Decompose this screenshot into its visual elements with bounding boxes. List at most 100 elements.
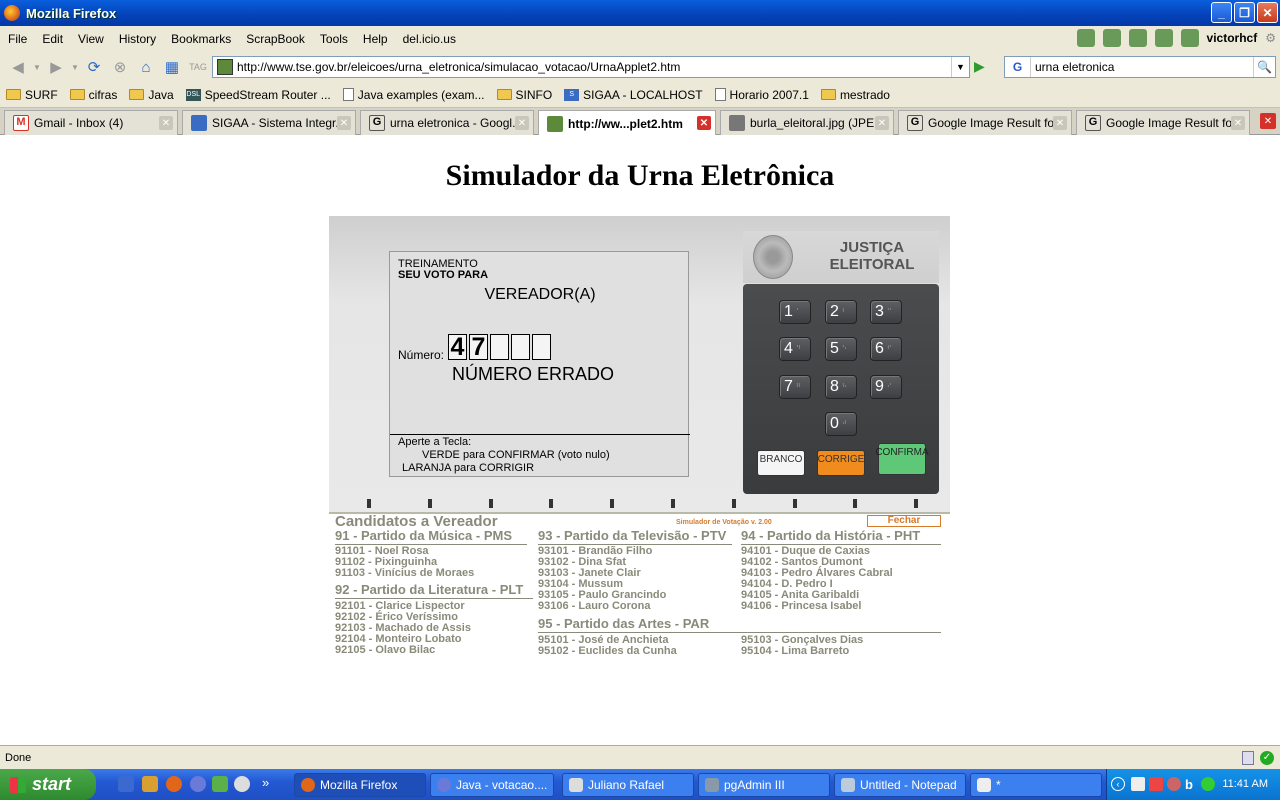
quicklaunch-folder-icon[interactable] (142, 776, 158, 792)
task-java[interactable]: Java - votacao.... (430, 773, 554, 797)
key-0[interactable]: 0 ⠚ (825, 412, 857, 436)
tab-close-icon[interactable]: ✕ (1231, 116, 1245, 130)
tab-close-icon[interactable]: ✕ (337, 116, 351, 130)
start-button[interactable]: start (0, 769, 96, 800)
fechar-button[interactable]: Fechar (867, 515, 941, 527)
corrige-button[interactable]: CORRIGE (817, 450, 865, 476)
tray-wifi-icon[interactable] (1201, 777, 1215, 791)
back-dropdown-icon[interactable]: ▼ (32, 56, 42, 78)
screen-vote-for-label: SEU VOTO PARA (398, 269, 489, 281)
maximize-button[interactable]: ❐ (1234, 2, 1255, 23)
toolbar-addon-icon[interactable] (1076, 29, 1095, 47)
close-tab-button[interactable]: ✕ (1260, 113, 1276, 129)
bookmark-item[interactable]: DSL SpeedStream Router ... (185, 88, 331, 102)
url-dropdown-icon[interactable]: ▼ (951, 57, 969, 77)
quicklaunch-ie-icon[interactable] (118, 776, 134, 792)
task-editor[interactable]: * (970, 773, 1102, 797)
tab-google-search[interactable]: G urna eletronica - Googl... ✕ (360, 110, 534, 135)
tab-close-icon[interactable]: ✕ (697, 116, 711, 130)
key-2[interactable]: 2 ⠃ (825, 300, 857, 324)
tray-b-icon[interactable]: b (1185, 777, 1199, 792)
bookmark-item[interactable]: SURF (6, 88, 58, 102)
menu-edit[interactable]: Edit (42, 32, 63, 46)
key-8[interactable]: 8 ⠓ (825, 375, 857, 399)
key-7[interactable]: 7 ⠛ (779, 375, 811, 399)
bookmark-item[interactable]: mestrado (820, 88, 890, 102)
menu-file[interactable]: File (8, 32, 27, 46)
gear-icon[interactable]: ⚙ (1265, 31, 1276, 45)
confirma-button[interactable]: CONFIRMA (875, 443, 929, 475)
tab-sigaa[interactable]: SIGAA - Sistema Integr... ✕ (182, 110, 356, 135)
page-info-icon[interactable] (1242, 751, 1254, 765)
tab-close-icon[interactable]: ✕ (515, 116, 529, 130)
reload-button[interactable]: ⟳ (82, 56, 106, 78)
check-icon[interactable]: ✓ (1260, 751, 1274, 765)
tab-google-image-1[interactable]: G Google Image Result fo... ✕ (898, 110, 1072, 135)
menu-scrapbook[interactable]: ScrapBook (246, 32, 305, 46)
justica-eleitoral-label: JUSTIÇA ELEITORAL (829, 239, 915, 273)
tab-close-icon[interactable]: ✕ (159, 116, 173, 130)
url-bar[interactable]: ▼ (212, 56, 970, 78)
google-engine-icon[interactable]: G (1005, 57, 1031, 77)
user-name[interactable]: victorhcf (1207, 31, 1258, 45)
key-1[interactable]: 1 ⠁ (779, 300, 811, 324)
menu-help[interactable]: Help (363, 32, 388, 46)
tab-close-icon[interactable]: ✕ (1053, 116, 1067, 130)
tray-network-icon[interactable] (1131, 777, 1145, 791)
bookmark-item[interactable]: Horario 2007.1 (714, 88, 809, 102)
quicklaunch-eclipse-icon[interactable] (190, 776, 206, 792)
task-firefox[interactable]: Mozilla Firefox (294, 773, 426, 797)
tab-close-icon[interactable]: ✕ (875, 116, 889, 130)
bookmark-item[interactable]: cifras (69, 88, 117, 102)
toolbar-tools-icon[interactable] (1154, 29, 1173, 47)
task-chat[interactable]: Juliano Rafael (562, 773, 694, 797)
menu-delicious[interactable]: del.icio.us (403, 32, 456, 46)
tray-expand-icon[interactable]: ‹ (1111, 777, 1125, 791)
toolbar-download-icon[interactable] (1102, 29, 1121, 47)
quicklaunch-more-icon[interactable]: » (262, 775, 269, 790)
search-bar[interactable]: G 🔍 (1004, 56, 1276, 78)
tab-gmail[interactable]: M Gmail - Inbox (4) ✕ (4, 110, 178, 135)
tab-urna-applet[interactable]: http://ww...plet2.htm ✕ (538, 110, 716, 136)
bookmark-page-icon[interactable]: ▦ (160, 56, 184, 78)
task-pgadmin[interactable]: pgAdmin III (698, 773, 830, 797)
menu-history[interactable]: History (119, 32, 156, 46)
home-button[interactable]: ⌂ (134, 56, 158, 78)
stop-button[interactable]: ⊗ (108, 56, 132, 78)
key-4[interactable]: 4 ⠙ (779, 337, 811, 361)
branco-button[interactable]: BRANCO (757, 450, 805, 476)
tab-burla-image[interactable]: burla_eleitoral.jpg (JPE... ✕ (720, 110, 894, 135)
search-icon[interactable]: 🔍 (1253, 57, 1275, 77)
search-input[interactable] (1031, 60, 1253, 74)
tray-mail-icon[interactable] (1149, 777, 1163, 791)
menu-tools[interactable]: Tools (320, 32, 348, 46)
url-input[interactable] (237, 58, 951, 76)
minimize-button[interactable]: _ (1211, 2, 1232, 23)
key-5[interactable]: 5 ⠑ (825, 337, 857, 361)
forward-dropdown-icon[interactable]: ▼ (70, 56, 80, 78)
bookmark-item[interactable]: Java (129, 88, 174, 102)
close-window-button[interactable]: ✕ (1257, 2, 1278, 23)
window-title-bar[interactable]: Mozilla Firefox _ ❐ ✕ (0, 0, 1280, 26)
toolbar-camera-icon[interactable] (1180, 29, 1199, 47)
bookmark-item[interactable]: Java examples (exam... (342, 88, 485, 102)
forward-button[interactable]: ▶ (44, 56, 68, 78)
key-6[interactable]: 6 ⠋ (870, 337, 902, 361)
tab-google-image-2[interactable]: G Google Image Result fo... ✕ (1076, 110, 1250, 135)
back-button[interactable]: ◀ (6, 56, 30, 78)
menu-bookmarks[interactable]: Bookmarks (171, 32, 231, 46)
go-button[interactable]: ▶ (974, 58, 994, 78)
quicklaunch-firefox-icon[interactable] (166, 776, 182, 792)
quicklaunch-chat-icon[interactable] (234, 776, 250, 792)
menu-view[interactable]: View (78, 32, 104, 46)
tray-security-icon[interactable] (1167, 777, 1181, 791)
clock[interactable]: 11:41 AM (1222, 778, 1268, 790)
tag-icon[interactable]: TAG (186, 56, 210, 78)
task-notepad[interactable]: Untitled - Notepad (834, 773, 966, 797)
key-3[interactable]: 3 ⠉ (870, 300, 902, 324)
toolbar-save-icon[interactable] (1128, 29, 1147, 47)
bookmark-item[interactable]: SINFO (496, 88, 552, 102)
quicklaunch-messenger-icon[interactable] (212, 776, 228, 792)
key-9[interactable]: 9 ⠊ (870, 375, 902, 399)
bookmark-item[interactable]: S SIGAA - LOCALHOST (564, 88, 703, 102)
